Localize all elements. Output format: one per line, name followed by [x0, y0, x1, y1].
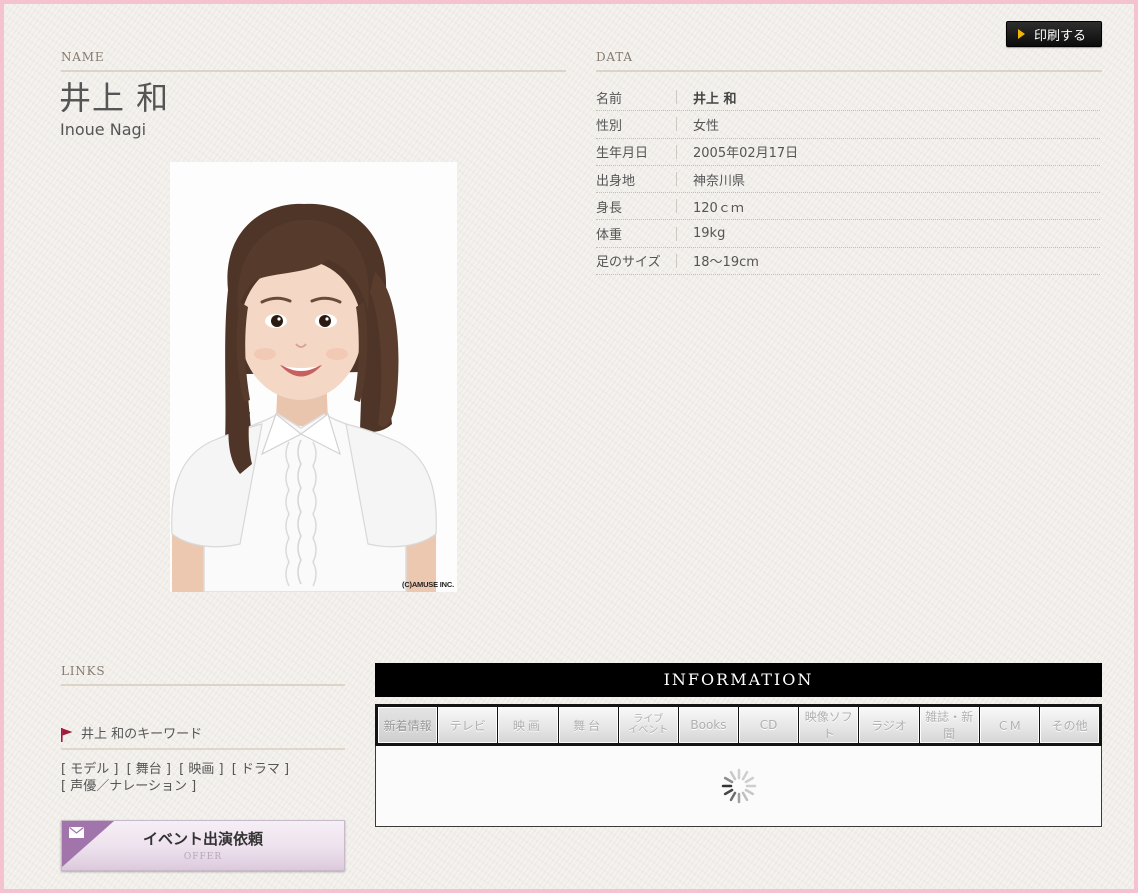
information-content-panel [375, 746, 1102, 827]
data-label-weight: 体重 [596, 224, 677, 243]
name-section-heading: NAME [61, 50, 566, 72]
tab-tv[interactable]: テレビ [438, 707, 498, 743]
data-value-shoe-size: 18〜19cm [693, 255, 759, 271]
data-row-birthdate: 生年月日 2005年02月17日 [596, 139, 1100, 166]
tab-radio[interactable]: ラジオ [859, 707, 919, 743]
play-triangle-icon [1018, 29, 1025, 39]
tab-news[interactable]: 新着情報 [378, 707, 438, 743]
tab-movie[interactable]: 映画 [498, 707, 558, 743]
data-label-gender: 性別 [596, 115, 677, 134]
profile-data-table: 名前 井上 和 性別 女性 生年月日 2005年02月17日 出身地 神奈川県 … [596, 84, 1100, 276]
tab-other[interactable]: その他 [1039, 707, 1100, 743]
keyword-header: 井上 和のキーワード [61, 726, 345, 750]
data-section-heading: DATA [596, 50, 1102, 72]
information-heading: INFORMATION [375, 663, 1102, 697]
tab-magazine-newspaper[interactable]: 雑誌・新聞 [919, 707, 979, 743]
talent-profile-page: 印刷する NAME 井上 和 Inoue Nagi (C)AMUSE INC. … [0, 0, 1138, 893]
offer-button-label: イベント出演依頼 [142, 830, 263, 848]
portrait-illustration [170, 162, 457, 592]
profile-photo: (C)AMUSE INC. [170, 162, 457, 592]
keyword-link-model[interactable]: [ モデル ] [61, 762, 118, 777]
tab-books[interactable]: Books [678, 707, 739, 743]
keyword-link-drama[interactable]: [ ドラマ ] [232, 762, 289, 777]
information-tab-bar: 新着情報 テレビ 映画 舞台 ライブ イベント Books CD 映像ソフト ラ… [375, 704, 1102, 746]
data-label-name: 名前 [596, 88, 677, 107]
data-value-birthplace: 神奈川県 [693, 173, 746, 189]
data-value-birthdate: 2005年02月17日 [693, 146, 799, 162]
data-row-shoe-size: 足のサイズ 18〜19cm [596, 248, 1100, 276]
spinner-spokes [721, 768, 756, 804]
data-value-gender: 女性 [693, 118, 720, 134]
data-label-birthdate: 生年月日 [596, 142, 677, 161]
offer-button-sublabel: OFFER [183, 852, 223, 862]
photo-credit: (C)AMUSE INC. [402, 580, 454, 589]
data-row-gender: 性別 女性 [596, 111, 1100, 139]
data-label-birthplace: 出身地 [596, 170, 677, 189]
tab-live-event[interactable]: ライブ イベント [618, 707, 678, 743]
data-value-height: 120ｃｍ [693, 200, 744, 216]
tab-cm[interactable]: ＣＭ [979, 707, 1039, 743]
keyword-link-movie[interactable]: [ 映画 ] [179, 762, 223, 777]
data-row-birthplace: 出身地 神奈川県 [596, 166, 1100, 194]
talent-name-romaji: Inoue Nagi [60, 120, 147, 139]
data-value-name: 井上 和 [693, 91, 737, 107]
keyword-list: [ モデル ] [ 舞台 ] [ 映画 ] [ ドラマ ] [ 声優／ナレーショ… [61, 761, 345, 795]
tab-cd[interactable]: CD [739, 707, 799, 743]
keyword-link-voice-narration[interactable]: [ 声優／ナレーション ] [61, 779, 196, 794]
data-row-height: 身長 120ｃｍ [596, 193, 1100, 221]
data-row-weight: 体重 19kg [596, 220, 1100, 248]
tab-video-software[interactable]: 映像ソフト [799, 707, 859, 743]
print-button[interactable]: 印刷する [1006, 21, 1102, 47]
links-section-heading: LINKS [61, 664, 345, 686]
data-label-shoe-size: 足のサイズ [596, 251, 677, 270]
flag-icon [61, 728, 73, 742]
talent-name-japanese: 井上 和 [59, 79, 170, 117]
loading-spinner-icon [721, 768, 756, 804]
print-button-label: 印刷する [1034, 28, 1087, 44]
data-label-height: 身長 [596, 197, 677, 216]
tab-stage[interactable]: 舞台 [558, 707, 618, 743]
face [240, 260, 362, 400]
data-row-name: 名前 井上 和 [596, 84, 1100, 112]
keyword-header-label: 井上 和のキーワード [81, 727, 203, 742]
data-value-weight: 19kg [693, 226, 726, 242]
keyword-link-stage[interactable]: [ 舞台 ] [127, 762, 171, 777]
event-offer-button[interactable]: イベント出演依頼 OFFER [61, 820, 345, 871]
